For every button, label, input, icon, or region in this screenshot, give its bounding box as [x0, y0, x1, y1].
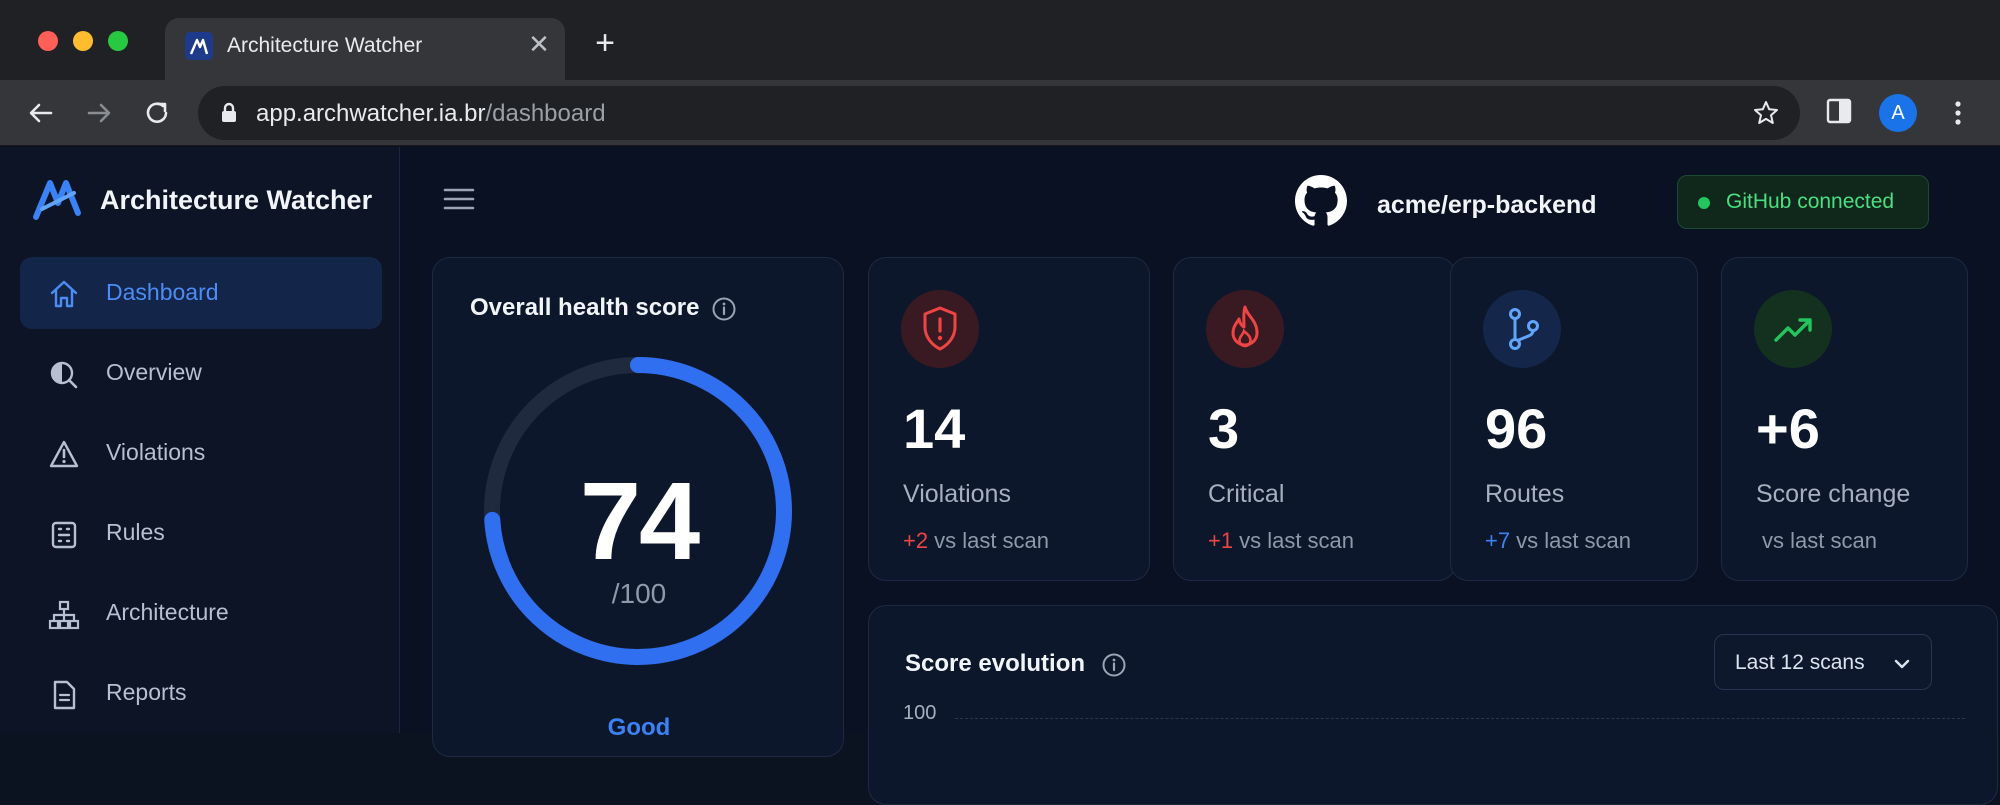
shield-alert-icon: [901, 290, 979, 368]
brand-logo-icon: [32, 175, 84, 228]
profile-avatar[interactable]: A: [1879, 94, 1917, 132]
y-axis-tick: 100: [903, 702, 937, 724]
brand-name: Architecture Watcher: [100, 185, 373, 215]
branch-icon: [1483, 290, 1561, 368]
warning-icon: [48, 439, 80, 474]
address-bar[interactable]: app.archwatcher.ia.br/dashboard: [198, 86, 1800, 140]
stat-label: Critical: [1208, 480, 1285, 508]
back-arrow-icon[interactable]: [24, 96, 58, 130]
stat-card-routes[interactable]: 96 Routes +7 vs last scan: [1450, 257, 1698, 581]
sidebar-item-overview[interactable]: Overview: [20, 337, 382, 409]
lock-icon: [220, 102, 238, 129]
stat-card-violations[interactable]: 14 Violations +2 vs last scan: [868, 257, 1150, 581]
health-score-max: /100: [611, 578, 667, 609]
forward-arrow-icon[interactable]: [82, 96, 116, 130]
document-icon: [48, 679, 80, 716]
stat-value: 14: [903, 397, 966, 460]
github-status-text: GitHub connected: [1726, 190, 1895, 213]
info-icon[interactable]: [1101, 652, 1127, 683]
browser-toolbar: app.archwatcher.ia.br/dashboard A: [0, 80, 2000, 146]
scan-range-select[interactable]: Last 12 scans: [1714, 634, 1932, 690]
rules-icon: [48, 519, 80, 556]
close-tab-icon[interactable]: ✕: [525, 30, 553, 58]
url-text: app.archwatcher.ia.br/dashboard: [256, 100, 606, 127]
info-icon[interactable]: [711, 296, 737, 327]
status-dot: [1698, 197, 1710, 209]
sidebar-item-label: Rules: [106, 519, 165, 545]
tab-title: Architecture Watcher: [227, 34, 423, 57]
score-evolution-title: Score evolution: [905, 650, 1086, 677]
home-icon: [48, 279, 80, 314]
side-panel-icon[interactable]: [1825, 96, 1853, 131]
favicon-icon: [185, 32, 213, 60]
chevron-down-icon: [1891, 653, 1913, 680]
bookmark-star-icon[interactable]: [1752, 99, 1780, 132]
maximize-window-button[interactable]: [108, 31, 128, 51]
sidebar-item-label: Overview: [106, 359, 202, 385]
health-score-label: Good: [607, 714, 671, 741]
stat-delta: +1 vs last scan: [1208, 528, 1355, 553]
tab-bar: Architecture Watcher ✕ +: [0, 0, 2000, 80]
sidebar-item-violations[interactable]: Violations: [20, 417, 382, 489]
stat-label: Routes: [1485, 480, 1565, 508]
sidebar-item-dashboard[interactable]: Dashboard: [20, 257, 382, 329]
github-icon: [1295, 175, 1347, 232]
stat-value: 96: [1485, 397, 1548, 460]
health-score-title: Overall health score: [470, 294, 700, 321]
more-menu-icon[interactable]: [1950, 96, 1966, 135]
flame-icon: [1206, 290, 1284, 368]
stat-label: Violations: [903, 480, 1011, 508]
minimize-window-button[interactable]: [73, 31, 93, 51]
stat-value: +6: [1756, 397, 1820, 460]
sidebar-item-label: Dashboard: [106, 279, 219, 305]
github-status-badge: GitHub connected: [1677, 175, 1929, 229]
sidebar-item-architecture[interactable]: Architecture: [20, 577, 382, 649]
stat-label: Score change: [1756, 480, 1911, 508]
stat-value: 3: [1208, 397, 1240, 460]
overview-icon: [48, 359, 80, 396]
stat-delta: +2 vs last scan: [903, 528, 1050, 553]
stat-delta: vs last scan: [1762, 528, 1877, 553]
trending-up-icon: [1754, 290, 1832, 368]
stat-card-score-change[interactable]: +6 Score change vs last scan: [1721, 257, 1968, 581]
scan-range-value: Last 12 scans: [1735, 651, 1865, 674]
browser-tab[interactable]: Architecture Watcher ✕: [165, 18, 565, 80]
sidebar-item-rules[interactable]: Rules: [20, 497, 382, 569]
browser-window: Architecture Watcher ✕ + app.archwatcher…: [0, 0, 2000, 805]
score-evolution-card: Score evolution Last 12 scans 100: [868, 605, 1998, 805]
health-score-card: Overall health score 74 /100 Good: [432, 257, 844, 757]
sidebar-item-label: Architecture: [106, 599, 229, 625]
sidebar-item-label: Reports: [106, 679, 187, 705]
reload-icon[interactable]: [140, 96, 174, 130]
sidebar: Architecture Watcher Dashboard Overview …: [0, 147, 400, 733]
stat-card-critical[interactable]: 3 Critical +1 vs last scan: [1173, 257, 1456, 581]
sidebar-item-label: Violations: [106, 439, 206, 465]
menu-toggle-icon[interactable]: [443, 185, 475, 218]
stat-delta: +7 vs last scan: [1485, 528, 1632, 553]
health-score-value: 74: [579, 460, 700, 583]
hierarchy-icon: [48, 599, 80, 636]
sidebar-item-reports[interactable]: Reports: [20, 657, 382, 729]
new-tab-button[interactable]: +: [590, 26, 620, 60]
repo-name[interactable]: acme/erp-backend: [1377, 191, 1597, 220]
close-window-button[interactable]: [38, 31, 58, 51]
grid-line: [955, 718, 1965, 719]
main-content: acme/erp-backend GitHub connected Overal…: [401, 147, 2000, 805]
